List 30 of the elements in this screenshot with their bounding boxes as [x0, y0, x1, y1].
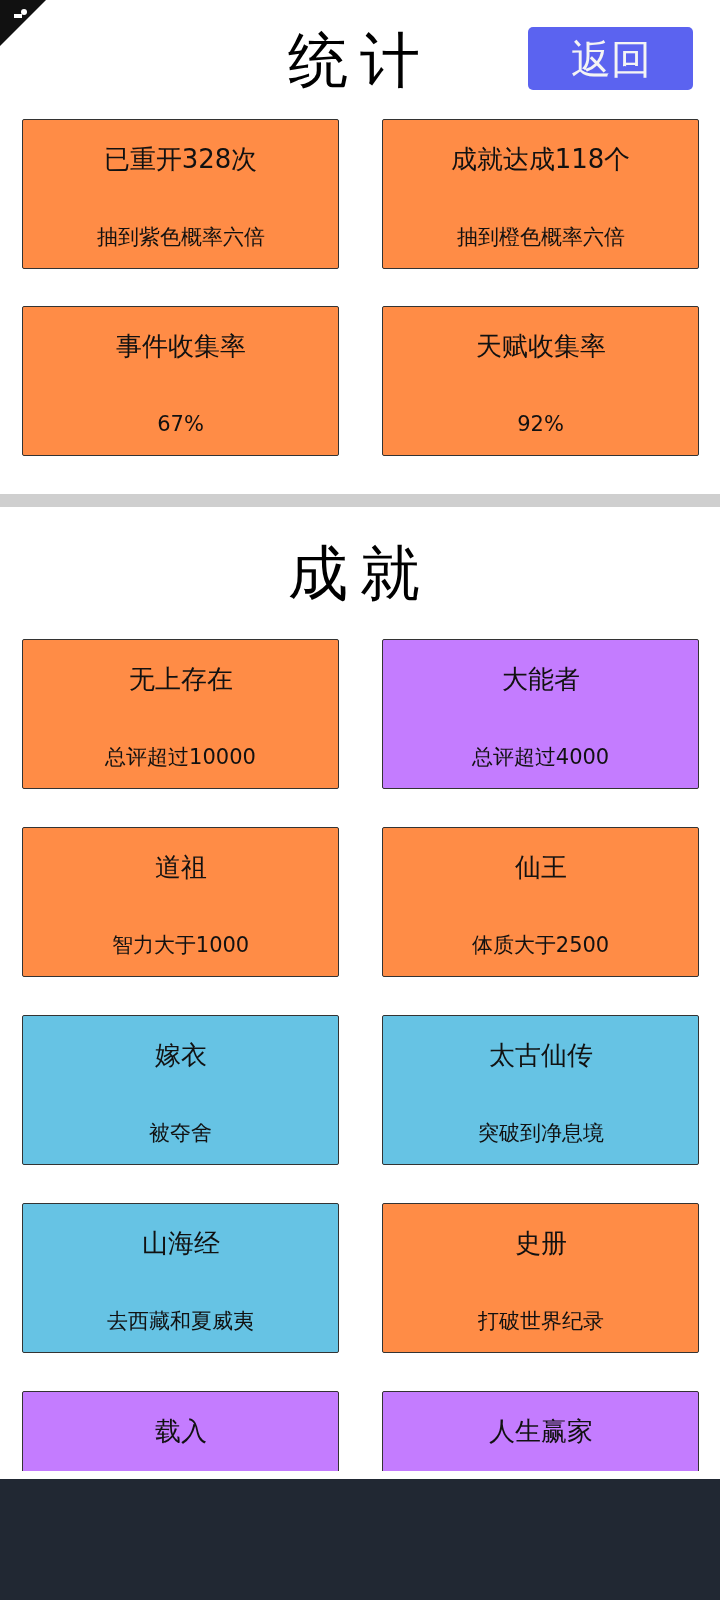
card-title: 仙王 — [514, 852, 567, 884]
card-title: 太古仙传 — [488, 1040, 593, 1072]
stat-value: 抽到橙色概率六倍 — [456, 224, 625, 250]
page-title: 统计 — [288, 29, 432, 90]
stat-value: 抽到紫色概率六倍 — [96, 224, 265, 250]
card-title: 载入 — [154, 1416, 207, 1448]
stat-value: 67% — [157, 411, 204, 437]
card-description: 突破到净息境 — [477, 1120, 604, 1146]
stat-value: 92% — [517, 411, 564, 437]
card-title: 嫁衣 — [154, 1040, 207, 1072]
card-title: 大能者 — [501, 664, 580, 696]
card-description: 智力大于1000 — [111, 932, 250, 958]
card-title: 史册 — [514, 1228, 567, 1260]
section-title: 成就 — [288, 543, 432, 603]
card-description: 去西藏和夏威夷 — [107, 1308, 254, 1334]
card-description: 总评超过4000 — [471, 744, 610, 770]
card-description: 打破世界纪录 — [477, 1308, 604, 1334]
back-button[interactable]: 返回 — [528, 27, 693, 90]
card-description: 体质大于2500 — [471, 932, 610, 958]
card-title: 天赋收集率 — [475, 331, 606, 363]
corner-triangle-icon — [0, 0, 46, 46]
card-title: 人生赢家 — [488, 1416, 593, 1448]
card-title: 成就达成118个 — [450, 144, 631, 176]
card-title: 已重开328次 — [103, 144, 258, 176]
card-title: 无上存在 — [128, 664, 233, 696]
card-title: 道祖 — [154, 852, 207, 884]
card-description: 被夺舍 — [149, 1120, 212, 1146]
card-title: 事件收集率 — [115, 331, 246, 363]
card-title: 山海经 — [141, 1228, 220, 1260]
card-description: 总评超过10000 — [105, 744, 256, 770]
